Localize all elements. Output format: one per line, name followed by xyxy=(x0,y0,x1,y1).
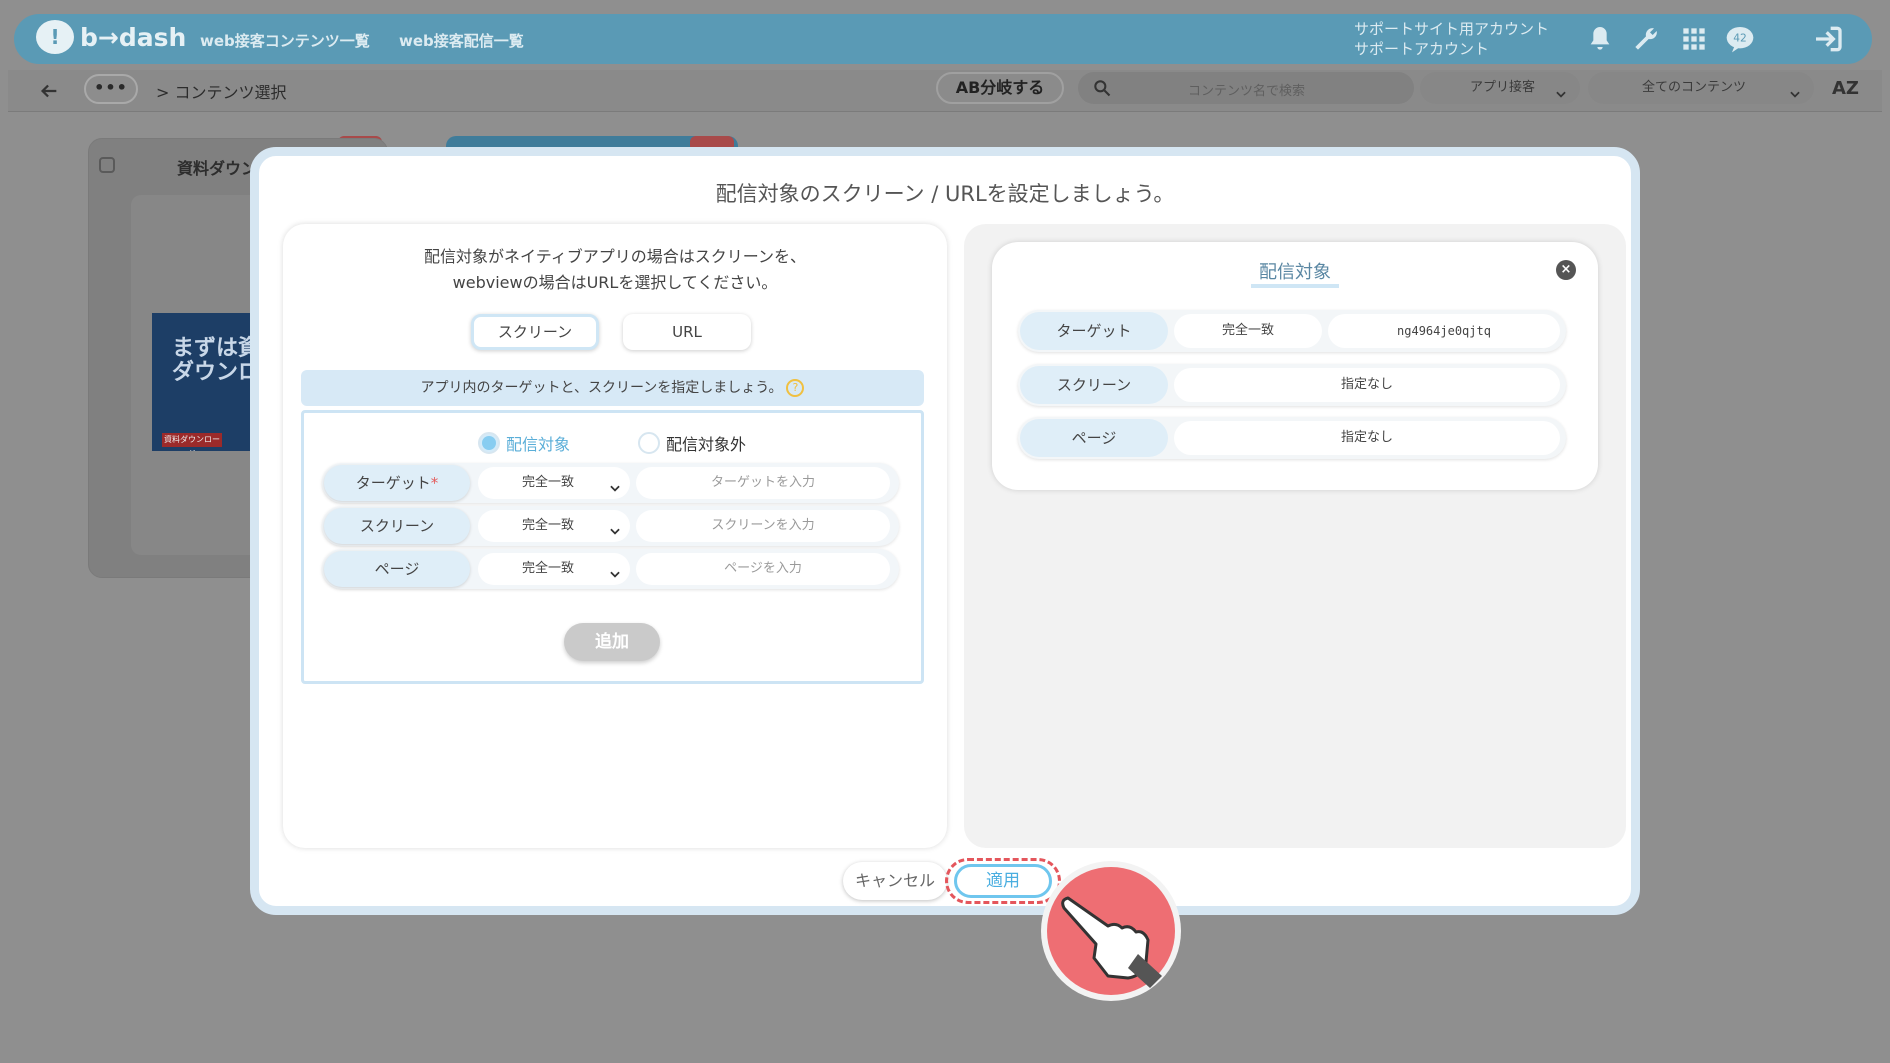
page-label: ページ xyxy=(324,551,470,587)
chevron-down-icon xyxy=(608,476,622,492)
summary-card: 配信対象 × ターゲット 完全一致 ng4964je0qjtq スクリーン 指定… xyxy=(992,242,1598,490)
chevron-down-icon xyxy=(1554,82,1568,98)
target-row: ターゲット* 完全一致 ターゲットを入力 xyxy=(322,463,899,503)
breadcrumb-more-button[interactable]: ••• xyxy=(84,74,138,104)
hint-bar: アプリ内のターゲットと、スクリーンを指定しましょう。? xyxy=(301,370,924,406)
settings-panel: 配信対象がネイティブアプリの場合はスクリーンを、 webviewの場合はURLを… xyxy=(283,224,947,848)
chevron-down-icon xyxy=(608,519,622,535)
summary-row-screen: スクリーン 指定なし xyxy=(1018,364,1566,406)
cancel-button[interactable]: キャンセル xyxy=(843,862,947,900)
radio-include[interactable]: 配信対象 xyxy=(478,431,570,455)
logo-text: b→dash xyxy=(80,22,187,52)
settings-description: 配信対象がネイティブアプリの場合はスクリーンを、 webviewの場合はURLを… xyxy=(283,244,947,296)
summary-screen-value: 指定なし xyxy=(1174,368,1560,402)
nav-contents-list[interactable]: web接客コンテンツ一覧 xyxy=(200,30,370,51)
target-match-value: 完全一致 xyxy=(522,475,575,490)
search-input[interactable]: コンテンツ名で検索 xyxy=(1078,72,1414,104)
summary-row-target: ターゲット 完全一致 ng4964je0qjtq xyxy=(1018,310,1566,352)
tab-screen[interactable]: スクリーン xyxy=(471,314,599,350)
modal-title: 配信対象のスクリーン / URLを設定しましょう。 xyxy=(715,182,1175,206)
chat-badge-count: 42 xyxy=(1733,32,1747,45)
page-match-value: 完全一致 xyxy=(522,561,575,576)
target-label: ターゲット* xyxy=(324,465,470,501)
screen-match-select[interactable]: 完全一致 xyxy=(478,510,630,542)
logo-bubble-icon: ! xyxy=(36,20,74,54)
card-thumbnail: まずは資 ダウンロ 資料ダウンロード xyxy=(152,313,262,451)
radio-unselected-icon xyxy=(638,432,660,454)
chat-badge-icon[interactable]: 42 xyxy=(1724,23,1756,55)
card-title: 資料ダウン xyxy=(177,159,258,178)
toolbar: ••• > コンテンツ選択 AB分岐する コンテンツ名で検索 アプリ接客 全ての… xyxy=(8,70,1882,112)
account-line1: サポートサイト用アカウント xyxy=(1354,20,1550,38)
thumb-headline: まずは資 ダウンロ xyxy=(172,336,261,385)
filter-contents-value: 全てのコンテンツ xyxy=(1642,80,1747,95)
required-mark: * xyxy=(430,474,439,492)
summary-panel: 配信対象 × ターゲット 完全一致 ng4964je0qjtq スクリーン 指定… xyxy=(964,224,1626,848)
summary-target-label: ターゲット xyxy=(1020,312,1168,350)
target-input[interactable]: ターゲットを入力 xyxy=(636,467,890,499)
chevron-down-icon xyxy=(1788,82,1802,98)
summary-target-match: 完全一致 xyxy=(1174,314,1322,348)
filter-contents-select[interactable]: 全てのコンテンツ xyxy=(1588,72,1814,104)
thumb-button: 資料ダウンロード xyxy=(162,433,222,451)
radio-include-label: 配信対象 xyxy=(506,435,571,454)
close-icon[interactable]: × xyxy=(1556,260,1576,280)
radio-selected-icon xyxy=(478,432,500,454)
search-icon xyxy=(1092,78,1112,98)
desc-line1: 配信対象がネイティブアプリの場合はスクリーンを、 xyxy=(424,247,806,266)
account-info[interactable]: サポートサイト用アカウント サポートアカウント xyxy=(1354,19,1549,59)
screen-url-modal: 配信対象のスクリーン / URLを設定しましょう。 配信対象がネイティブアプリの… xyxy=(250,147,1640,915)
add-button[interactable]: 追加 xyxy=(564,623,660,661)
chevron-down-icon xyxy=(608,562,622,578)
search-placeholder: コンテンツ名で検索 xyxy=(1188,84,1306,99)
sort-az-button[interactable]: AZ xyxy=(1832,78,1859,99)
summary-target-value: ng4964je0qjtq xyxy=(1328,314,1560,348)
account-line2: サポートアカウント xyxy=(1354,40,1490,58)
radio-exclude-label: 配信対象外 xyxy=(666,435,747,454)
tab-url[interactable]: URL xyxy=(623,314,751,350)
page-input[interactable]: ページを入力 xyxy=(636,553,890,585)
ab-split-button[interactable]: AB分岐する xyxy=(936,72,1064,104)
breadcrumb: > コンテンツ選択 xyxy=(156,83,287,102)
hand-pointer-icon xyxy=(1038,858,1184,1004)
grid-icon[interactable] xyxy=(1678,23,1710,55)
page-row: ページ 完全一致 ページを入力 xyxy=(322,549,899,589)
screen-match-value: 完全一致 xyxy=(522,518,575,533)
card-checkbox[interactable] xyxy=(99,157,115,173)
back-arrow-icon[interactable] xyxy=(38,80,60,102)
summary-row-page: ページ 指定なし xyxy=(1018,417,1566,459)
radio-exclude[interactable]: 配信対象外 xyxy=(638,431,746,455)
summary-screen-label: スクリーン xyxy=(1020,366,1168,404)
logo[interactable]: ! b→dash xyxy=(36,20,186,54)
logout-icon[interactable] xyxy=(1812,23,1844,55)
page-match-select[interactable]: 完全一致 xyxy=(478,553,630,585)
hint-text: アプリ内のターゲットと、スクリーンを指定しましょう。 xyxy=(420,380,783,396)
screen-label: スクリーン xyxy=(324,508,470,544)
target-match-select[interactable]: 完全一致 xyxy=(478,467,630,499)
nav-delivery-list[interactable]: web接客配信一覧 xyxy=(399,30,524,51)
screen-row: スクリーン 完全一致 スクリーンを入力 xyxy=(322,506,899,546)
wrench-icon[interactable] xyxy=(1630,23,1662,55)
help-icon[interactable]: ? xyxy=(786,379,805,397)
rule-editor: 配信対象 配信対象外 ターゲット* 完全一致 ターゲットを入力 スクリーン 完全… xyxy=(301,410,924,684)
app-header: ! b→dash web接客コンテンツ一覧 web接客配信一覧 サポートサイト用… xyxy=(14,14,1872,64)
summary-page-value: 指定なし xyxy=(1174,421,1560,455)
summary-title: 配信対象 xyxy=(992,258,1598,288)
bell-icon[interactable] xyxy=(1584,23,1616,55)
desc-line2: webviewの場合はURLを選択してください。 xyxy=(452,273,778,292)
summary-page-label: ページ xyxy=(1020,419,1168,457)
screen-input[interactable]: スクリーンを入力 xyxy=(636,510,890,542)
filter-app-value: アプリ接客 xyxy=(1470,80,1536,95)
filter-app-select[interactable]: アプリ接客 xyxy=(1420,72,1580,104)
